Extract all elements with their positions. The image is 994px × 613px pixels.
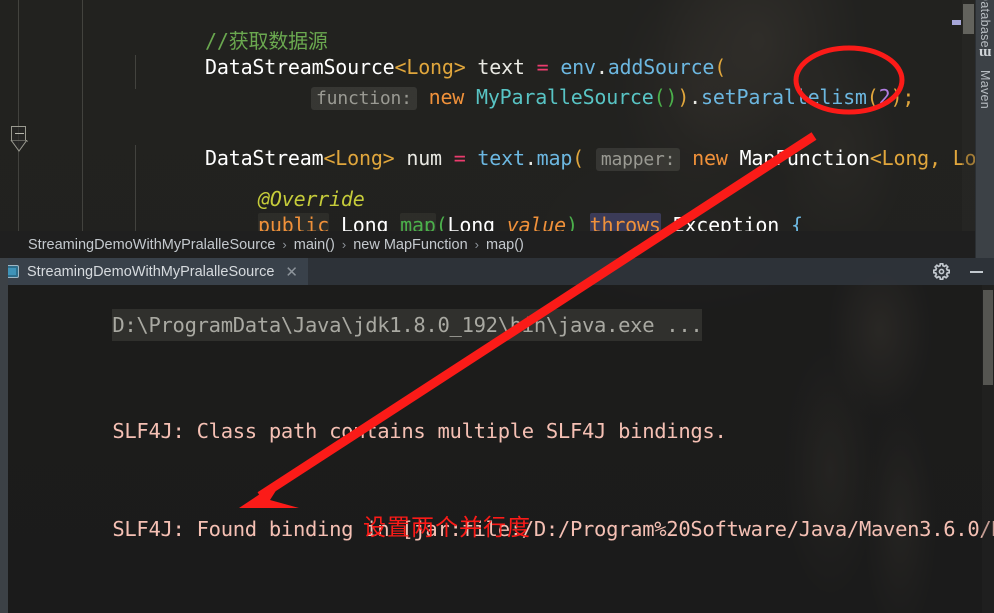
close-icon[interactable]: ✕ xyxy=(282,263,298,281)
code-editor[interactable]: //获取数据源 DataStreamSource<Long> text = en… xyxy=(0,0,994,231)
code-token-dot-2: . xyxy=(689,85,701,109)
gutter-guide-line xyxy=(18,0,19,231)
code-token-lbrace: { xyxy=(790,213,803,231)
console-output[interactable]: D:\ProgramData\Java\jdk1.8.0_192\bin\jav… xyxy=(0,285,994,613)
code-space-8 xyxy=(466,146,478,170)
chevron-right-icon-2: › xyxy=(341,237,347,252)
console-text: SLF4J: Found binding in [jar:file:/D:/Pr… xyxy=(112,516,994,541)
console-line: D:\ProgramData\Java\jdk1.8.0_192\bin\jav… xyxy=(16,285,994,374)
fold-minus-icon xyxy=(15,133,24,134)
code-token-myparallesource: MyParalleSource xyxy=(476,85,654,109)
run-tool-window: StreamingDemoWithMyPralalleSource ✕ D:\P… xyxy=(0,258,994,613)
code-rparen-2: ) xyxy=(890,85,903,109)
code-line-println[interactable]: System.out.println("接收到数据 xyxy=(240,212,647,231)
code-lparen-3: ( xyxy=(572,146,585,170)
inlay-hint-mapper: mapper: xyxy=(595,148,681,171)
code-space-11 xyxy=(728,146,740,170)
code-space-16 xyxy=(661,213,673,231)
sidebar-tab-maven[interactable]: Maven xyxy=(978,70,992,109)
editor-scrollbar-thumb[interactable] xyxy=(963,4,974,34)
breadcrumb[interactable]: StreamingDemoWithMyPralalleSource › main… xyxy=(0,231,994,258)
code-parens: () xyxy=(653,85,678,109)
console-command-line: D:\ProgramData\Java\jdk1.8.0_192\bin\jav… xyxy=(112,308,703,341)
run-tool-window-header: StreamingDemoWithMyPralalleSource ✕ xyxy=(0,258,994,285)
code-token-new-2: new xyxy=(692,146,728,170)
breadcrumb-item-class[interactable]: StreamingDemoWithMyPralalleSource xyxy=(28,237,275,253)
code-lparen-2: ( xyxy=(866,85,879,109)
code-space-5 xyxy=(464,85,476,109)
code-space-7 xyxy=(442,146,454,170)
code-space-17 xyxy=(779,213,791,231)
code-token-setparallelism: setParallelism xyxy=(701,85,867,109)
code-token-assign-2: = xyxy=(453,146,466,170)
fold-arrow-icon xyxy=(10,140,28,152)
console-scrollbar-thumb[interactable] xyxy=(983,290,993,385)
right-tool-window-bar: Database m Maven xyxy=(975,0,994,258)
chevron-right-icon-3: › xyxy=(474,237,479,252)
code-token-var-num: num xyxy=(406,146,442,170)
breadcrumb-item-map[interactable]: map() xyxy=(486,237,524,253)
run-tab-label: StreamingDemoWithMyPralalleSource xyxy=(27,263,275,280)
code-token-dot-3: . xyxy=(524,146,537,170)
code-token-new: new xyxy=(428,85,465,109)
annotation-note-text: 设置两个并行度 xyxy=(363,515,531,541)
code-space-4 xyxy=(417,85,429,109)
editor-scrollbar[interactable] xyxy=(962,0,975,231)
code-token-map: map xyxy=(536,146,573,170)
minimize-icon[interactable] xyxy=(968,263,985,280)
code-space-10 xyxy=(680,146,692,170)
code-token-mapfunction: MapFunction xyxy=(739,146,870,170)
code-rparen: ) xyxy=(677,85,690,109)
breadcrumb-item-main[interactable]: main() xyxy=(294,237,335,253)
code-token-exception: Exception xyxy=(672,213,780,231)
maven-m-icon: m xyxy=(978,45,992,61)
console-line: SLF4J: Found binding in [jar:file:/D:/Pr… xyxy=(16,578,994,613)
indent-guide-line xyxy=(82,0,83,231)
console-line: SLF4J: Class path contains multiple SLF4… xyxy=(16,383,994,481)
sidebar-tab-database[interactable]: Database xyxy=(978,0,992,48)
code-token-semicolon: ; xyxy=(902,85,915,109)
code-fold-marker[interactable] xyxy=(11,126,26,141)
code-token-number-2: 2 xyxy=(878,85,891,109)
run-tool-window-actions xyxy=(933,258,985,285)
gear-icon[interactable] xyxy=(933,263,950,280)
code-space-9 xyxy=(584,146,596,170)
chevron-right-icon: › xyxy=(282,237,287,252)
editor-error-stripe-mark[interactable] xyxy=(952,20,961,25)
code-space-6 xyxy=(395,146,407,170)
code-token-text: text xyxy=(477,146,525,170)
ide-window: //获取数据源 DataStreamSource<Long> text = en… xyxy=(0,0,994,613)
breadcrumb-item-mapfunction[interactable]: new MapFunction xyxy=(353,237,467,253)
run-tab-streamingdemo[interactable]: StreamingDemoWithMyPralalleSource ✕ xyxy=(0,258,308,285)
left-tool-window-bar xyxy=(0,258,8,613)
inlay-hint-function: function: xyxy=(311,87,417,110)
console-text: SLF4J: Class path contains multiple SLF4… xyxy=(112,419,727,443)
